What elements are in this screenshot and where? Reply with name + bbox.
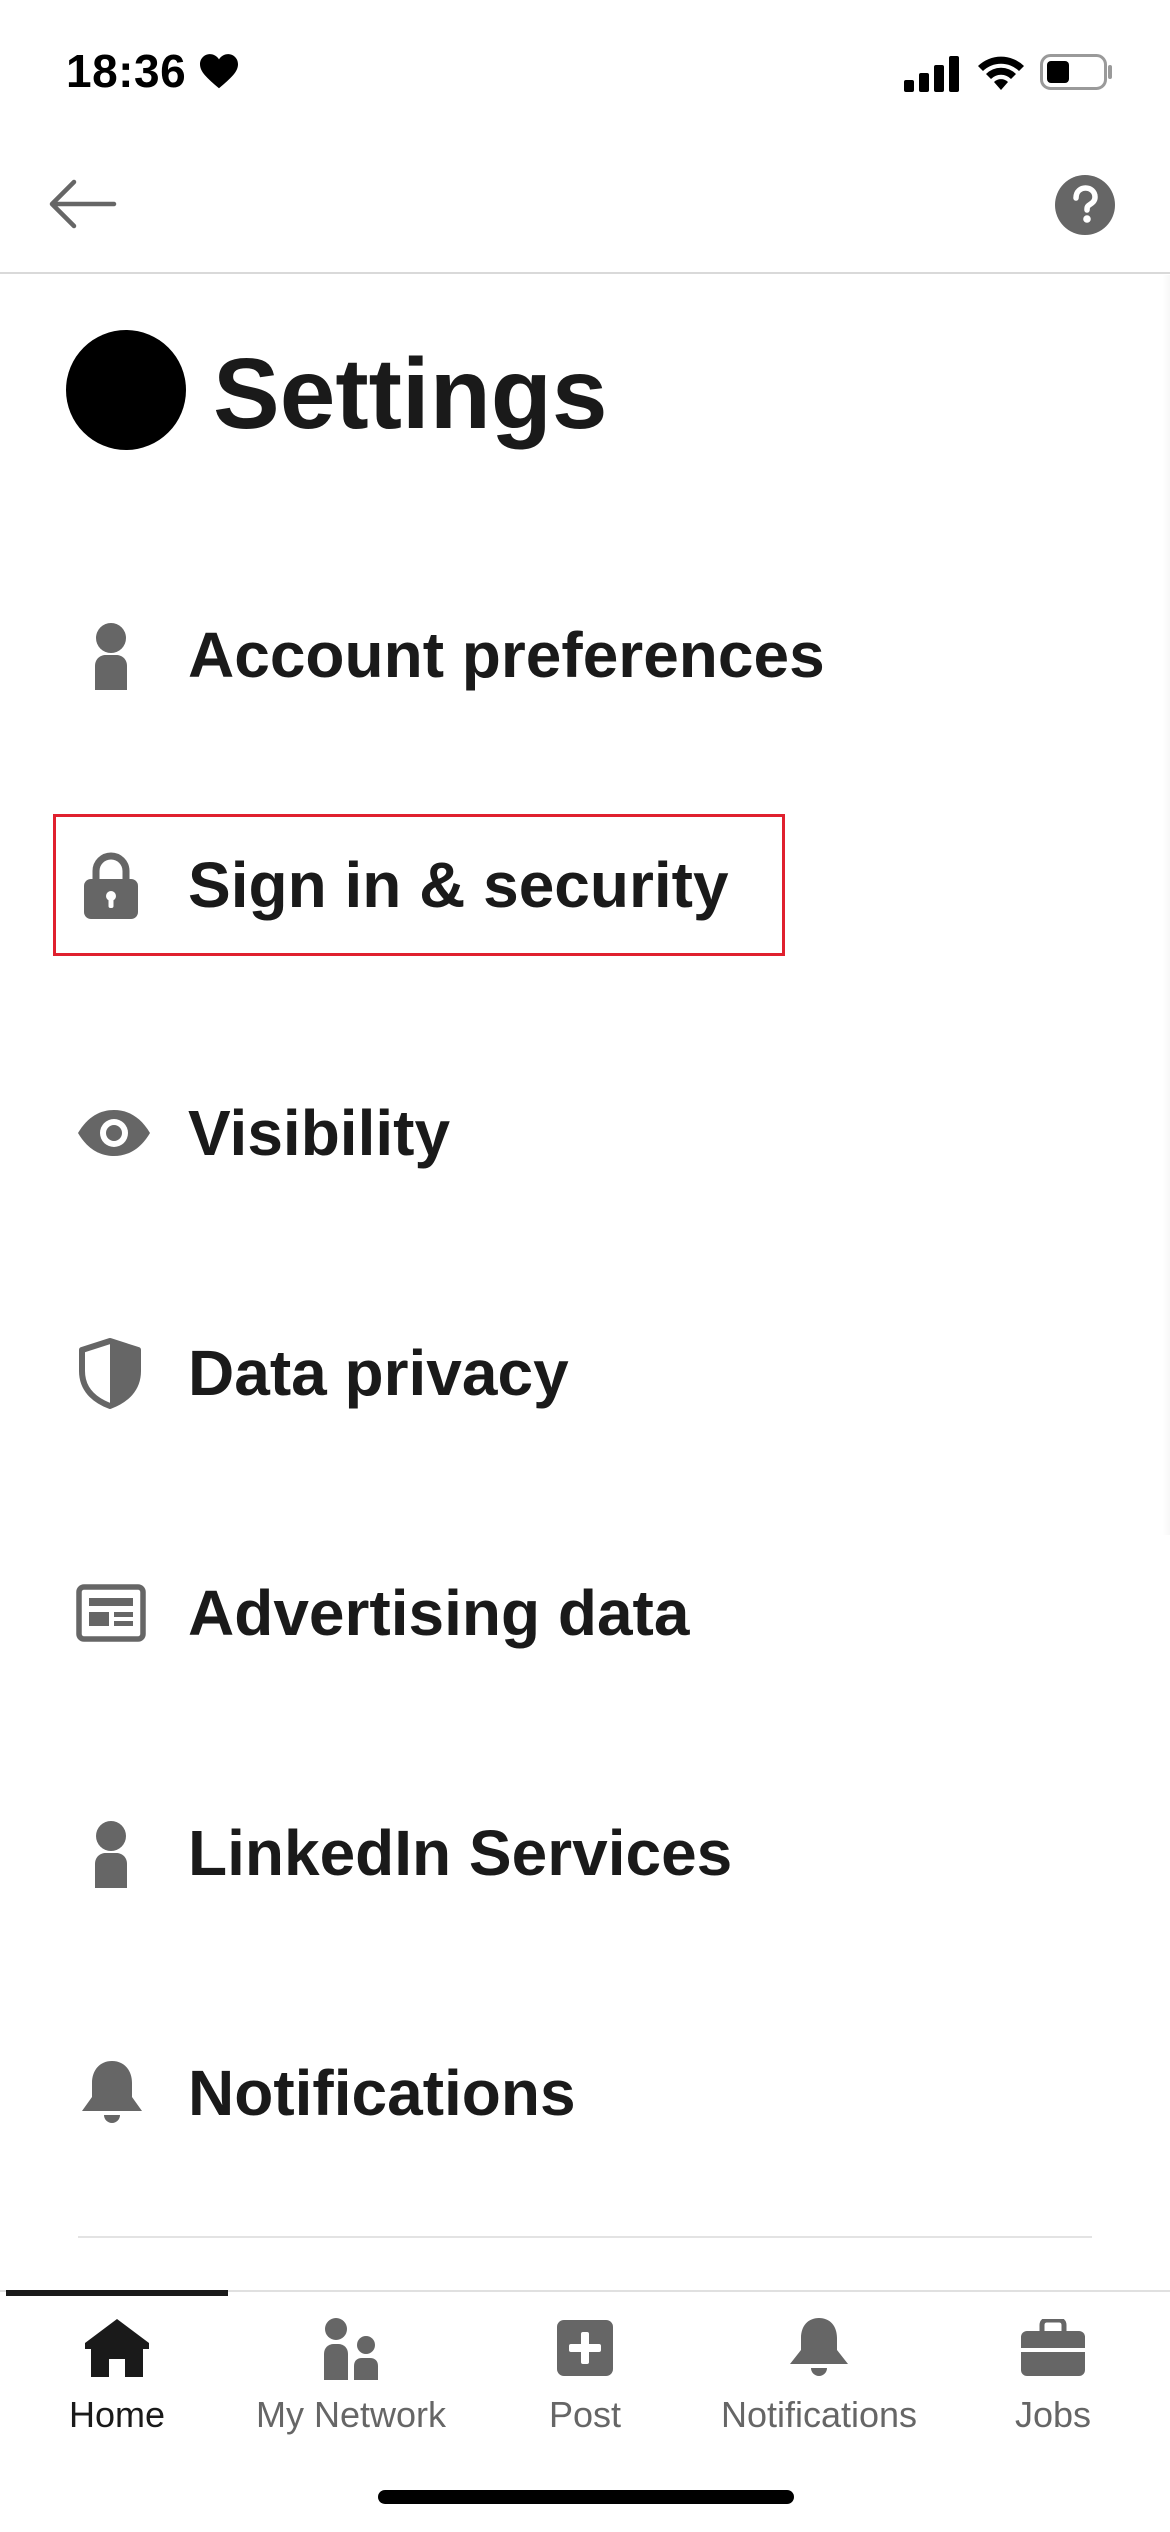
active-tab-indicator (6, 2290, 228, 2296)
battery-icon (1040, 54, 1112, 90)
question-circle-icon[interactable] (1054, 174, 1116, 236)
tab-my-network[interactable]: My Network (234, 2300, 468, 2450)
menu-item-advertising-data[interactable]: Advertising data (52, 1543, 1112, 1683)
status-bar-time: 18:36 (66, 44, 240, 98)
tab-post[interactable]: Post (468, 2300, 702, 2450)
menu-item-label: Sign in & security (188, 849, 729, 921)
home-indicator (378, 2490, 794, 2504)
person-icon (95, 623, 127, 690)
shield-icon (79, 1338, 141, 1409)
person-icon (95, 1821, 127, 1888)
time-label: 18:36 (66, 45, 187, 97)
menu-item-label: Advertising data (188, 1577, 690, 1649)
wifi-icon (978, 56, 1024, 90)
menu-item-label: Visibility (188, 1097, 451, 1169)
cellular-signal-icon (904, 56, 959, 92)
menu-item-label: Account preferences (188, 619, 825, 691)
heart-icon (200, 54, 239, 89)
menu-item-sign-in-security[interactable]: Sign in & security (52, 815, 1112, 955)
newspaper-icon (76, 1584, 146, 1642)
tab-label: My Network (255, 2394, 447, 2435)
menu-item-notifications[interactable]: Notifications (52, 2023, 1112, 2163)
bell-icon (82, 2061, 142, 2123)
home-icon (85, 2319, 149, 2377)
lock-icon (84, 852, 138, 919)
tab-label: Post (548, 2394, 622, 2435)
menu-item-visibility[interactable]: Visibility (52, 1063, 1112, 1203)
people-icon (324, 2318, 378, 2380)
menu-item-data-privacy[interactable]: Data privacy (52, 1303, 1112, 1443)
scroll-edge (1162, 275, 1170, 1535)
tab-label: Home (68, 2394, 166, 2435)
menu-item-label: Notifications (188, 2057, 576, 2129)
plus-square-icon (557, 2320, 613, 2376)
tab-label: Jobs (1014, 2394, 1092, 2435)
arrow-left-icon[interactable] (44, 172, 120, 236)
eye-icon (78, 1110, 150, 1156)
menu-item-account-preferences[interactable]: Account preferences (52, 585, 1112, 725)
menu-item-linkedin-services[interactable]: LinkedIn Services (52, 1783, 1112, 1923)
avatar[interactable] (66, 330, 186, 450)
tab-label: Notifications (720, 2394, 918, 2435)
menu-item-label: Data privacy (188, 1337, 569, 1409)
list-divider (78, 2236, 1092, 2238)
briefcase-icon (1021, 2319, 1085, 2376)
tab-home[interactable]: Home (0, 2300, 234, 2450)
bell-icon (790, 2318, 848, 2376)
header-divider (0, 272, 1170, 274)
page-title: Settings (213, 338, 608, 450)
tab-notifications[interactable]: Notifications (702, 2300, 936, 2450)
menu-item-label: LinkedIn Services (188, 1817, 733, 1889)
tab-jobs[interactable]: Jobs (936, 2300, 1170, 2450)
